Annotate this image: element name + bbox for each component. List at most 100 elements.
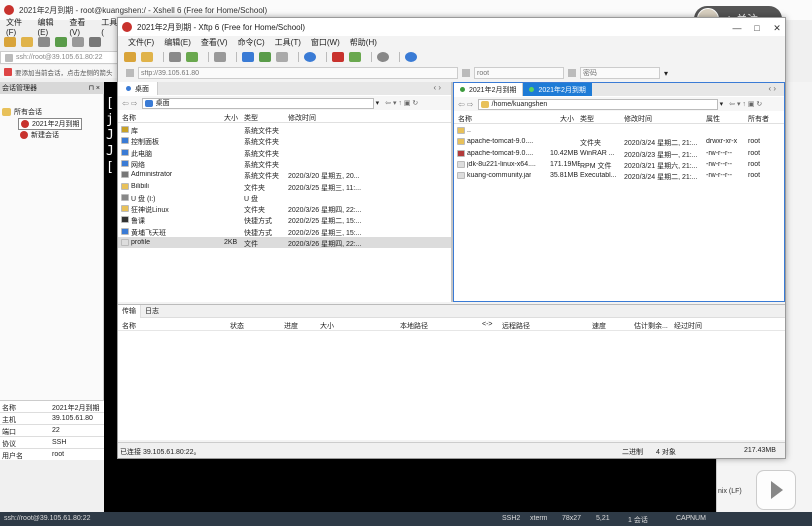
col-date[interactable]: 修改时间 [624,114,652,124]
col-elapsed[interactable]: 经过时间 [674,321,702,331]
xshell-copy-icon[interactable] [72,37,84,47]
col-date[interactable]: 修改时间 [288,113,316,123]
tab-nav-icon[interactable]: ‹ › [768,84,776,93]
new-session-icon[interactable] [124,52,136,62]
col-name[interactable]: 名称 [122,113,136,123]
terminal-char: [ [106,160,114,175]
xshell-open-icon[interactable] [21,37,33,47]
gear-icon[interactable] [377,52,389,62]
password-input[interactable] [580,67,660,79]
col-size[interactable]: 大小 [560,114,574,124]
xftp-menu-command[interactable]: 命令(C) [238,37,265,48]
tab-log[interactable]: 日志 [141,306,163,316]
col-attr[interactable]: 属性 [706,114,720,124]
col-progress[interactable]: 进度 [284,321,298,331]
xftp-menu-tools[interactable]: 工具(T) [275,37,301,48]
file-name: jdk-8u221-linux-x64.... [467,160,536,168]
col-eta[interactable]: 估计剩余... [634,321,668,331]
address-lock-icon [126,69,134,77]
xshell-menu-edit[interactable]: 编辑(E) [37,17,61,37]
refresh-icon[interactable] [259,52,271,62]
file-icon [121,171,129,179]
maximize-button[interactable]: □ [750,22,764,34]
file-row[interactable]: 网络 系统文件夹 [118,158,451,169]
properties-icon[interactable] [276,52,288,62]
file-row[interactable]: .. [454,125,784,136]
file-row[interactable]: 此电脑 系统文件夹 [118,147,451,158]
path-dropdown-icon[interactable]: ▾ [720,100,724,108]
col-owner[interactable]: 所有者 [748,114,769,124]
prop-row: 主机 39.105.61.80 [0,413,104,425]
tree-item-session1[interactable]: 2021年2月到期 [18,118,83,130]
transfer-icon[interactable] [214,52,226,62]
user-input[interactable] [474,67,564,79]
xshell-find-icon[interactable] [89,37,101,47]
xshell-link-icon[interactable] [38,37,50,47]
remote-path-field[interactable]: /home/kuangshen [477,98,718,110]
local-path-field[interactable]: 桌面 [141,97,374,109]
file-row[interactable]: jdk-8u221-linux-x64.... 171.19MB RPM 文件 202… [454,159,784,170]
tree-root[interactable]: 所有会话 [2,107,42,117]
col-name[interactable]: 名称 [458,114,472,124]
col-size[interactable]: 大小 [320,321,334,331]
xftp-menu-help[interactable]: 帮助(H) [350,37,377,48]
key-icon[interactable] [349,52,361,62]
xshell-menu-file[interactable]: 文件(F) [6,17,29,37]
file-row[interactable]: Bilibili 文件夹 2020/3/25 星期三, 11:... [118,181,451,192]
file-name: kuang-community.jar [467,172,532,180]
address-arrow-icon[interactable] [5,53,13,62]
tab-transfer[interactable]: 传输 [118,304,141,318]
disconnect-icon[interactable] [186,52,198,62]
col-local-path[interactable]: 本地路径 [400,321,428,331]
xshell-new-icon[interactable] [4,37,16,47]
xshell-launch-icon[interactable] [332,52,344,62]
xshell-menu-view[interactable]: 查看(V) [69,17,93,37]
minimize-button[interactable]: — [730,22,744,34]
back-icon[interactable]: ⇦ ⇨ [458,100,474,109]
file-row[interactable]: U 盘 (I:) U 盘 [118,192,451,203]
sync-icon[interactable] [242,52,254,62]
back-icon[interactable]: ⇦ ⇨ [122,99,138,108]
xftp-menu-file[interactable]: 文件(F) [128,37,154,48]
col-size[interactable]: 大小 [224,113,238,123]
local-nav-icons[interactable]: ⇦ ▾ ↑ ▣ ↻ [385,99,418,107]
file-row[interactable]: kuang-community.jar 35.81MB Executabl... 20… [454,170,784,181]
xshell-address[interactable]: ssh://root@39.105.61.80:22 [16,54,103,61]
tab-nav-icon[interactable]: ‹ › [433,83,441,92]
help-icon[interactable] [405,52,417,62]
file-row[interactable]: 库系统文件夹 [118,124,451,135]
file-row[interactable]: 黄埔飞天班 快捷方式 2020/2/26 星期三, 15:... [118,226,451,237]
open-folder-icon[interactable] [141,52,153,62]
col-remote-path[interactable]: 远程路径 [502,321,530,331]
connect-icon[interactable] [169,52,181,62]
xftp-menu-window[interactable]: 窗口(W) [311,37,340,48]
path-dropdown-icon[interactable]: ▾ [376,99,380,107]
xshell-disconnect-icon[interactable] [55,37,67,47]
host-input[interactable] [138,67,458,79]
file-row[interactable]: 控制面板 系统文件夹 [118,135,451,146]
col-type[interactable]: 类型 [580,114,594,124]
file-row[interactable]: 鲁课 快捷方式 2020/2/25 星期二, 15:... [118,214,451,225]
col-type[interactable]: 类型 [244,113,258,123]
col-name[interactable]: 名称 [122,321,136,331]
globe-icon[interactable] [304,52,316,62]
file-row[interactable]: 狂神说Linux 文件夹 2020/3/26 星期四, 22:... [118,203,451,214]
xftp-menu-edit[interactable]: 编辑(E) [164,37,191,48]
session-dropdown-icon[interactable]: ▾ [664,69,668,78]
tab-desktop[interactable]: 桌面 [118,82,158,95]
col-direction[interactable]: <-> [482,321,493,328]
file-row[interactable]: apache-tomcat-9.0.... 10.42MB WinRAR ... 20… [454,148,784,159]
tab-remote-1[interactable]: 2021年2月到期 [454,83,524,96]
col-status[interactable]: 状态 [230,321,244,331]
session-pin-icon[interactable]: ⊓ × [89,84,101,92]
tree-item-session2[interactable]: 新建会话 [20,130,59,140]
xftp-menu-view[interactable]: 查看(V) [201,37,228,48]
col-speed[interactable]: 速度 [592,321,606,331]
file-row[interactable]: Administrator 系统文件夹 2020/3/20 星期五, 20... [118,169,451,180]
tab-remote-2[interactable]: 2021年2月到期 [523,83,592,96]
remote-nav-icons[interactable]: ⇦ ▾ ↑ ▣ ↻ [729,100,762,108]
close-button[interactable]: ✕ [770,22,784,34]
file-row[interactable]: apache-tomcat-9.0.... 文件夹 2020/3/24 星期二, 2… [454,136,784,147]
file-row[interactable]: profile 2KB 文件 2020/3/26 星期四, 22:... [118,237,451,248]
xshell-menu-tools[interactable]: 工具( [101,17,118,37]
